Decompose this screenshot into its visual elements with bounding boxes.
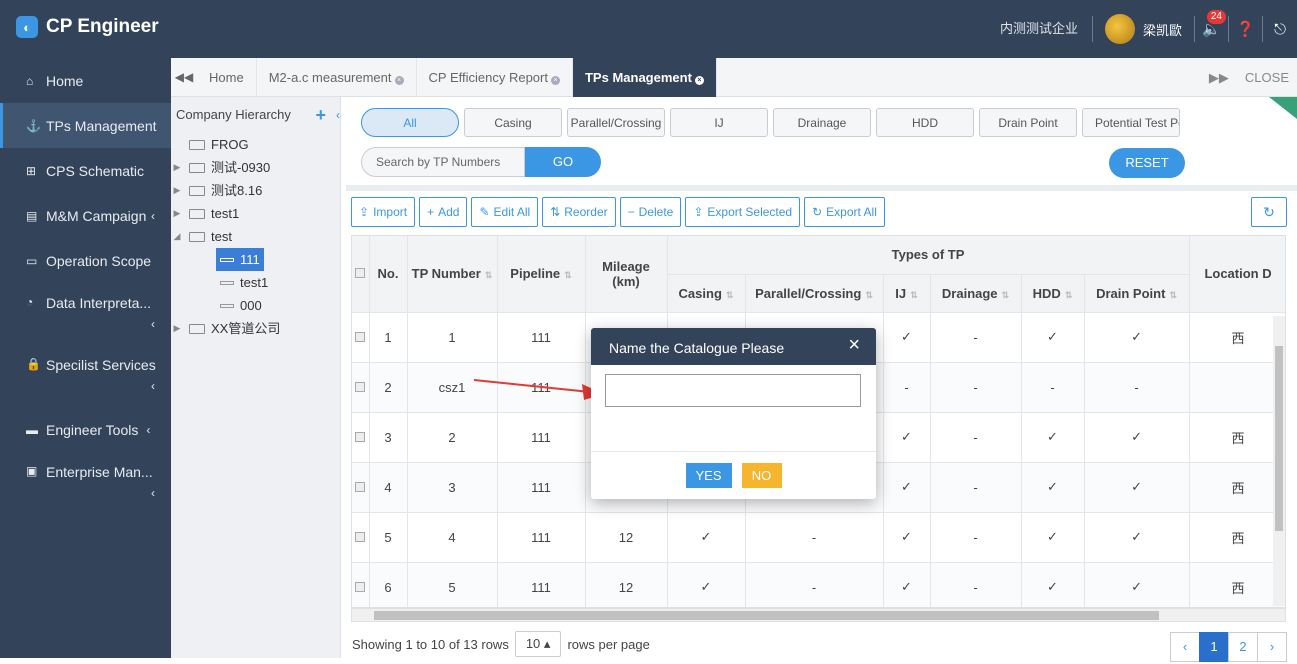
yes-button[interactable]: YES [685,463,732,488]
no-button[interactable]: NO [741,463,782,488]
dialog-header: Name the Catalogue Please × [591,328,876,365]
name-catalogue-dialog: Name the Catalogue Please × YES NO [591,328,876,499]
red-arrow-annotation [473,379,604,400]
dialog-title: Name the Catalogue Please [609,340,785,356]
close-icon[interactable]: × [848,328,860,362]
dialog-footer: YES NO [591,451,876,499]
catalogue-name-input[interactable] [605,374,861,407]
modal-overlay: Name the Catalogue Please × YES NO [0,0,1297,658]
